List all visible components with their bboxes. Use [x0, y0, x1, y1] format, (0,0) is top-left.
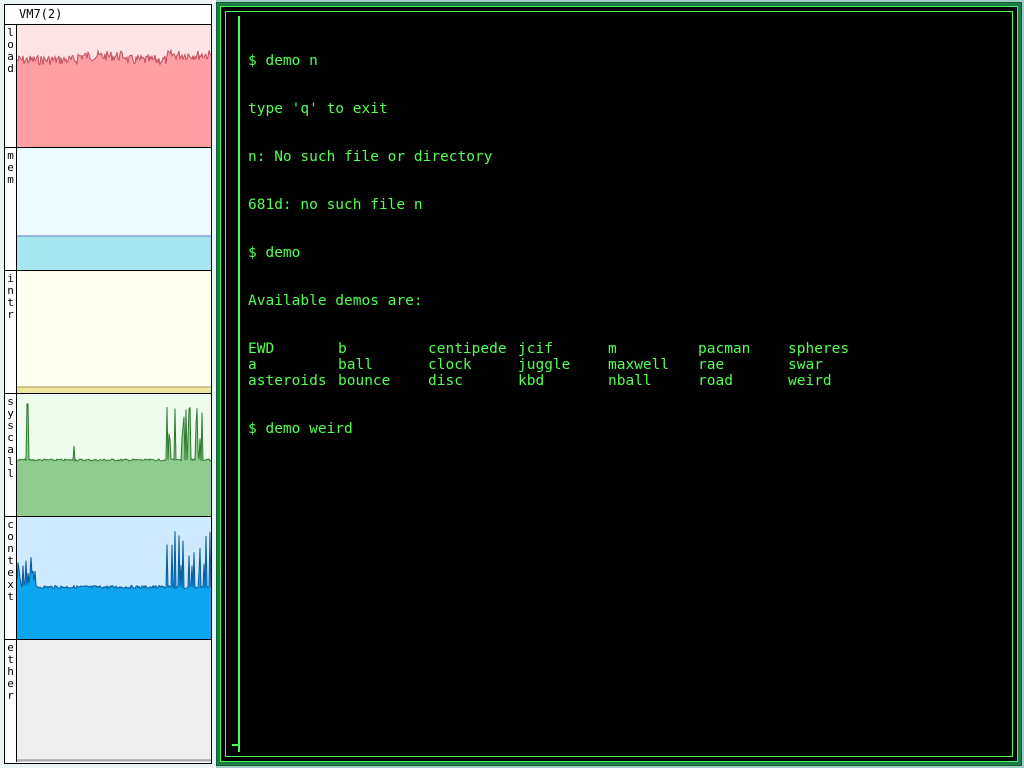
demo-name: kbd [518, 373, 545, 389]
graph-load[interactable]: load [5, 24, 211, 147]
intr-graph-background [17, 271, 211, 393]
graph-label-mem: mem [5, 148, 17, 270]
graph-label-intr: intr [5, 271, 17, 393]
demo-name: road [698, 373, 733, 389]
terminal-inner-border: $ demo n type 'q' to exit n: No such fil… [225, 11, 1013, 757]
intr-graph [17, 271, 211, 393]
stats-window[interactable]: VM7(2) load mem intr syscall context eth… [0, 0, 216, 768]
demo-name: swar [788, 357, 823, 373]
demo-name: rae [698, 357, 725, 373]
graph-intr[interactable]: intr [5, 270, 211, 393]
graph-label-ether: ether [5, 640, 17, 762]
demo-name: asteroids [248, 373, 327, 389]
terminal-scrollbar[interactable] [232, 16, 240, 752]
demo-name: b [338, 341, 347, 357]
demo-name: nball [608, 373, 652, 389]
demo-name: EWD [248, 341, 275, 357]
demo-name: ball [338, 357, 373, 373]
terminal-line: n: No such file or directory [248, 149, 493, 165]
stats-window-title: VM7(2) [19, 7, 63, 21]
terminal-text[interactable]: $ demo n type 'q' to exit n: No such fil… [248, 21, 1004, 469]
demo-name: clock [428, 357, 472, 373]
demo-name: disc [428, 373, 463, 389]
graph-ether[interactable]: ether [5, 639, 211, 762]
demo-name: m [608, 341, 617, 357]
load-graph-area [17, 50, 211, 147]
demo-list: EWD b centipede jcif m pacman spheres a … [248, 341, 1004, 389]
terminal-line: $ demo [248, 245, 301, 261]
graph-mem[interactable]: mem [5, 147, 211, 270]
graph-context[interactable]: context [5, 516, 211, 639]
terminal-line: type 'q' to exit [248, 101, 388, 117]
mem-graph [17, 148, 211, 270]
stats-frame: VM7(2) load mem intr syscall context eth… [4, 4, 212, 764]
demo-name: bounce [338, 373, 391, 389]
graph-label-load: load [5, 25, 17, 147]
demo-name: spheres [788, 341, 850, 357]
demo-name: centipede [428, 341, 507, 357]
desktop: VM7(2) load mem intr syscall context eth… [0, 0, 1024, 768]
graph-label-syscall: syscall [5, 394, 17, 516]
demo-name: maxwell [608, 357, 670, 373]
scroll-thumb[interactable] [232, 744, 240, 752]
demo-name: jcif [518, 341, 553, 357]
graph-label-context: context [5, 517, 17, 639]
mem-graph-area [17, 236, 211, 270]
syscall-graph [17, 394, 211, 516]
context-graph [17, 517, 211, 639]
terminal-line: Available demos are: [248, 293, 423, 309]
terminal-line: 681d: no such file n [248, 197, 423, 213]
demo-name: a [248, 357, 257, 373]
demo-name: weird [788, 373, 832, 389]
graph-syscall[interactable]: syscall [5, 393, 211, 516]
terminal-outer-border: $ demo n type 'q' to exit n: No such fil… [220, 6, 1018, 762]
ether-graph [17, 640, 211, 762]
terminal-window[interactable]: $ demo n type 'q' to exit n: No such fil… [216, 2, 1022, 766]
terminal-line: $ demo weird [248, 421, 353, 437]
demo-name: pacman [698, 341, 751, 357]
terminal-line: $ demo n [248, 53, 318, 69]
ether-graph-background [17, 640, 211, 762]
demo-name: juggle [518, 357, 571, 373]
load-graph [17, 25, 211, 147]
